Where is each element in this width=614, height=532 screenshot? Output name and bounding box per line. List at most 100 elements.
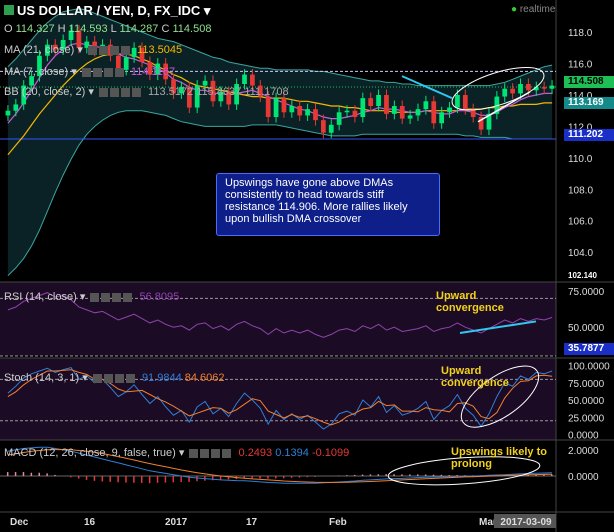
eye-icon[interactable]: [98, 87, 108, 97]
price-axis-tick: 118.0: [568, 28, 593, 39]
macd-histogram-bar: [393, 474, 395, 476]
add-icon[interactable]: [114, 373, 124, 383]
macd-histogram-bar: [109, 476, 111, 482]
rsi-level-tag: 35.7877: [564, 343, 614, 355]
settings-icon[interactable]: [98, 45, 108, 55]
bb-legend[interactable]: BB (20, close, 2) ▾ 113.5172 115.8637 11…: [4, 85, 289, 98]
macd-histogram-bar: [54, 474, 56, 476]
macd-histogram-bar: [38, 472, 40, 476]
rsi-axis-tick: 50.0000: [568, 323, 605, 334]
close-icon[interactable]: [131, 87, 141, 97]
price-axis-tick: 106.0: [568, 217, 593, 228]
eye-icon[interactable]: [92, 373, 102, 383]
macd-histogram-bar: [196, 476, 198, 482]
add-icon[interactable]: [109, 45, 119, 55]
macd-histogram-bar: [117, 476, 119, 483]
price-axis-cut-label: 102.140: [568, 272, 597, 279]
macd-histogram-bar: [417, 474, 419, 476]
time-axis-tick: 2017-03-09: [500, 517, 552, 528]
macd-histogram-bar: [85, 476, 88, 480]
macd-histogram-bar: [172, 476, 175, 483]
macd-histogram-bar: [251, 476, 253, 479]
stoch-legend[interactable]: Stoch (14, 3, 1) ▾ 91.9844 84.6062: [4, 371, 225, 384]
candle-body: [336, 112, 342, 125]
macd-histogram-bar: [133, 476, 135, 483]
close-icon[interactable]: [114, 67, 124, 77]
chevron-down-icon[interactable]: ▾: [82, 372, 88, 384]
settings-icon[interactable]: [200, 448, 210, 458]
rsi-legend[interactable]: RSI (14, close) ▾ 56.8095: [4, 290, 179, 303]
macd-histogram-bar: [401, 474, 403, 476]
candle-body: [415, 109, 421, 116]
macd-histogram-bar: [440, 474, 443, 476]
time-axis-tick: Feb: [329, 517, 347, 528]
macd-histogram-bar: [409, 474, 411, 476]
time-axis-tick: 17: [246, 517, 258, 528]
candle-body: [407, 115, 413, 119]
rsi-annotation: Upward convergence: [436, 290, 504, 314]
realtime-dot-icon: ●: [511, 4, 518, 15]
macd-histogram-bar: [267, 476, 269, 479]
macd-histogram-bar: [101, 476, 104, 482]
chevron-down-icon[interactable]: ▾: [77, 44, 83, 56]
close-icon[interactable]: [125, 373, 135, 383]
ma21-legend[interactable]: MA (21, close) ▾ 113.5045: [4, 43, 182, 56]
chevron-down-icon[interactable]: ▾: [179, 447, 185, 459]
macd-histogram-bar: [14, 472, 17, 476]
macd-histogram-bar: [219, 476, 222, 480]
chevron-down-icon[interactable]: ▾: [80, 291, 86, 303]
chevron-down-icon[interactable]: ▾: [204, 3, 211, 18]
candle-body: [439, 112, 445, 124]
macd-histogram-bar: [369, 474, 372, 476]
candle-body: [368, 98, 374, 106]
candle-body: [541, 87, 547, 89]
candle-body: [352, 110, 358, 117]
symbol-title[interactable]: US DOLLAR / YEN, D, FX_IDC ▾: [4, 3, 210, 19]
rsi-axis-tick: 75.0000: [568, 287, 605, 298]
macd-histogram-bar: [77, 476, 80, 479]
candle-body: [360, 98, 366, 117]
chevron-down-icon[interactable]: ▾: [71, 66, 77, 78]
chevron-down-icon[interactable]: ▾: [88, 86, 94, 98]
macd-histogram-bar: [156, 476, 159, 483]
bb-mid-tag: 113.169: [564, 97, 614, 109]
candle-body: [455, 95, 460, 108]
candle-body: [265, 96, 271, 117]
analysis-callout: Upswings have gone above DMAs consistent…: [216, 173, 440, 236]
macd-histogram-bar: [290, 476, 293, 478]
macd-histogram-bar: [70, 476, 72, 478]
add-icon[interactable]: [211, 448, 221, 458]
macd-histogram-bar: [432, 474, 435, 476]
add-icon[interactable]: [120, 87, 130, 97]
price-axis-tick: 110.0: [568, 154, 593, 165]
candle-body: [502, 88, 508, 97]
time-axis-tick: Dec: [10, 517, 29, 528]
close-icon[interactable]: [120, 45, 130, 55]
macd-histogram-bar: [353, 474, 356, 476]
ma7-legend[interactable]: MA (7, close) ▾ 114.1167: [4, 65, 175, 78]
stoch-axis-tick: 100.0000: [568, 362, 610, 373]
macd-histogram-bar: [282, 476, 285, 479]
settings-icon[interactable]: [109, 87, 119, 97]
candle-body: [376, 95, 381, 106]
eye-icon[interactable]: [189, 448, 199, 458]
close-icon[interactable]: [222, 448, 232, 458]
candle-body: [313, 109, 318, 121]
macd-histogram-bar: [377, 474, 380, 476]
settings-icon[interactable]: [103, 373, 113, 383]
eye-icon[interactable]: [87, 45, 97, 55]
eye-icon[interactable]: [90, 292, 100, 302]
symbol-chip: [4, 5, 14, 15]
candle-body: [289, 106, 295, 113]
settings-icon[interactable]: [92, 67, 102, 77]
candle-body: [447, 107, 452, 113]
macd-histogram-bar: [448, 475, 451, 476]
settings-icon[interactable]: [101, 292, 111, 302]
eye-icon[interactable]: [81, 67, 91, 77]
candle-body: [518, 84, 523, 94]
close-icon[interactable]: [123, 292, 133, 302]
add-icon[interactable]: [112, 292, 122, 302]
add-icon[interactable]: [103, 67, 113, 77]
macd-legend[interactable]: MACD (12, 26, close, 9, false, true) ▾ 0…: [4, 446, 349, 459]
candle-body: [328, 124, 334, 133]
